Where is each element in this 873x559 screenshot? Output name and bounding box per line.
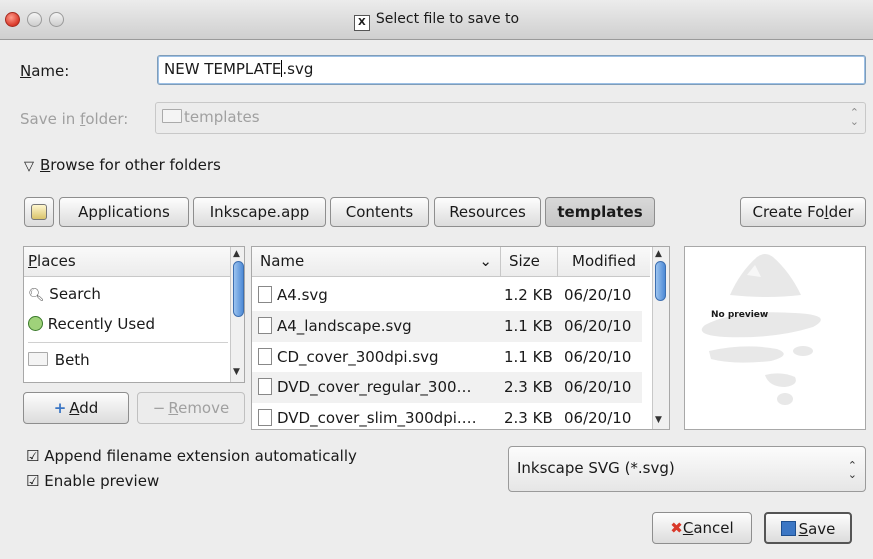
- no-preview-text: No preview: [711, 310, 769, 320]
- file-list-scrollbar[interactable]: ▲ ▼: [652, 247, 669, 429]
- folder-icon: [28, 352, 48, 366]
- save-in-folder-label: Save in folder:: [20, 110, 129, 128]
- path-button-resources[interactable]: Resources: [434, 197, 541, 227]
- column-header-modified[interactable]: Modified: [558, 247, 650, 277]
- scroll-down-arrow-icon[interactable]: ▼: [655, 415, 662, 425]
- file-type-combo[interactable]: Inkscape SVG (*.svg) ⌃ ⌄: [508, 446, 866, 492]
- cancel-button[interactable]: ✖Cancel: [652, 512, 752, 544]
- scroll-up-arrow-icon[interactable]: ▲: [233, 249, 240, 259]
- scroll-up-arrow-icon[interactable]: ▲: [655, 249, 662, 259]
- file-row[interactable]: DVD_cover_slim_300dpi.… 2.3 KB 06/20/10: [252, 403, 642, 429]
- window-title: Select file to save to: [375, 11, 520, 27]
- cancel-icon: ✖: [670, 519, 683, 537]
- file-type-value: Inkscape SVG (*.svg): [517, 459, 675, 477]
- inkscape-logo-icon: [701, 254, 821, 405]
- filename-text-after: .svg: [282, 60, 314, 78]
- combo-arrows-icon: ⌃ ⌄: [849, 106, 859, 128]
- places-scrollbar[interactable]: ▲ ▼: [230, 247, 244, 382]
- hard-disk-icon: [31, 204, 47, 220]
- save-button[interactable]: Save: [764, 512, 852, 544]
- scroll-down-arrow-icon[interactable]: ▼: [233, 367, 240, 377]
- path-toggle-button[interactable]: [24, 197, 54, 227]
- browse-folders-expander[interactable]: ▽ Browse for other folders: [24, 156, 221, 174]
- folder-icon: [162, 109, 182, 123]
- recent-icon: [28, 316, 43, 331]
- column-header-name[interactable]: Name ⌄: [252, 247, 501, 277]
- file-icon: [258, 378, 272, 395]
- enable-preview-checkbox[interactable]: ☑ Enable preview: [26, 472, 159, 490]
- places-scroll-thumb[interactable]: [233, 261, 244, 317]
- file-icon: [258, 286, 272, 303]
- remove-place-button[interactable]: − Remove: [137, 392, 245, 424]
- place-beth[interactable]: Beth: [24, 345, 244, 375]
- file-row[interactable]: A4.svg 1.2 KB 06/20/10: [252, 280, 642, 311]
- create-folder-button[interactable]: Create Folder: [740, 197, 866, 227]
- search-icon: 🔍︎: [28, 288, 45, 303]
- add-icon: +: [53, 399, 67, 417]
- floppy-disk-icon: [780, 521, 796, 536]
- place-recently-used[interactable]: Recently Used: [24, 309, 244, 339]
- filename-input[interactable]: NEW TEMPLATE.svg: [157, 55, 866, 85]
- preview-pane: No preview: [684, 246, 866, 430]
- places-separator: [28, 342, 228, 343]
- checkbox-checked-icon: ☑: [26, 447, 40, 465]
- file-row[interactable]: DVD_cover_regular_300… 2.3 KB 06/20/10: [252, 372, 642, 403]
- path-button-inkscape-app[interactable]: Inkscape.app: [193, 197, 326, 227]
- path-button-templates[interactable]: templates: [545, 197, 655, 227]
- checkbox-checked-icon: ☑: [26, 472, 40, 490]
- place-search[interactable]: 🔍︎ Search: [24, 279, 244, 309]
- save-in-folder-combo[interactable]: templates ⌃ ⌄: [155, 102, 866, 134]
- path-button-contents[interactable]: Contents: [330, 197, 429, 227]
- save-in-folder-value: templates: [184, 108, 260, 126]
- path-button-applications[interactable]: Applications: [59, 197, 189, 227]
- column-header-size[interactable]: Size: [501, 247, 558, 277]
- append-extension-checkbox[interactable]: ☑ Append filename extension automaticall…: [26, 447, 357, 465]
- title-bar: X Select file to save to: [0, 0, 873, 40]
- file-icon: [258, 317, 272, 334]
- file-list-panel: Name ⌄ Size Modified A4.svg 1.2 KB 06/20/1…: [251, 246, 670, 430]
- remove-icon: −: [152, 399, 166, 417]
- add-place-button[interactable]: + Add: [23, 392, 129, 424]
- x11-app-icon: X: [353, 15, 370, 31]
- file-row[interactable]: A4_landscape.svg 1.1 KB 06/20/10: [252, 311, 642, 342]
- file-row[interactable]: CD_cover_300dpi.svg 1.1 KB 06/20/10: [252, 342, 642, 373]
- name-label: Name:: [20, 62, 70, 80]
- file-icon: [258, 348, 272, 365]
- expander-arrow-icon: ▽: [24, 159, 34, 174]
- places-panel: Places 🔍︎ Search Recently Used Beth ▲ ▼: [23, 246, 245, 383]
- window-title-area: X Select file to save to: [0, 11, 873, 31]
- places-header[interactable]: Places: [24, 247, 230, 277]
- file-icon: [258, 409, 272, 426]
- combo-arrows-icon: ⌃ ⌄: [847, 459, 857, 481]
- filename-text-before: NEW TEMPLATE: [164, 60, 282, 78]
- sort-descending-icon: ⌄: [479, 252, 492, 270]
- file-list-scroll-thumb[interactable]: [655, 261, 666, 301]
